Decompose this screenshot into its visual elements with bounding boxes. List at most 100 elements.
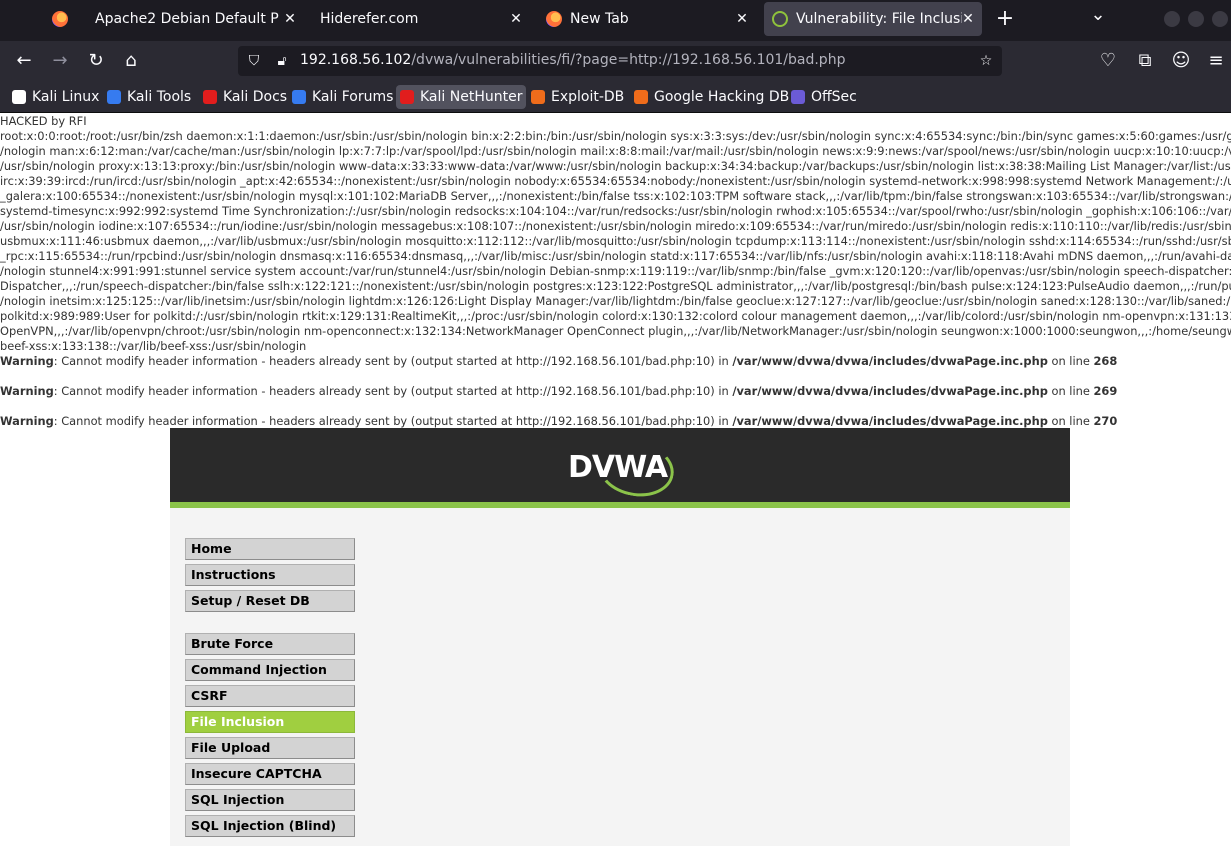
bookmark-item[interactable]: Exploit-DB (527, 85, 628, 109)
output-line: systemd-timesync:x:992:992:systemd Time … (0, 204, 1231, 218)
warning-line: Warning: Cannot modify header informatio… (0, 414, 1117, 429)
tab-firefox-view[interactable] (40, 0, 80, 38)
dvwa-icon (772, 11, 788, 27)
bookmark-icon (292, 90, 306, 104)
warning-on-line: on line (1047, 384, 1094, 398)
warning-file: /var/www/dvwa/dvwa/includes/dvwaPage.inc… (732, 414, 1048, 428)
bookmark-item[interactable]: Kali Linux (8, 85, 103, 109)
dvwa-header: DVWA (170, 428, 1070, 508)
bookmark-item[interactable]: Kali Tools (103, 85, 195, 109)
bookmark-item[interactable]: OffSec (787, 85, 861, 109)
output-line: HACKED by RFI (0, 114, 87, 128)
close-icon[interactable]: ✕ (508, 11, 524, 27)
menu-item-instructions[interactable]: Instructions (185, 564, 355, 586)
output-line: polkitd:x:989:989:User for polkitd:/:/us… (0, 309, 1231, 323)
bookmark-label: Exploit-DB (551, 89, 625, 105)
menu-item-command-injection[interactable]: Command Injection (185, 659, 355, 681)
shield-icon[interactable]: ⛉ (244, 51, 264, 71)
output-line: _galera:x:100:65534::/nonexistent:/usr/s… (0, 189, 1231, 203)
tab-apache[interactable]: Apache2 Debian Default Page ✕ (86, 0, 304, 38)
close-icon[interactable]: ✕ (734, 11, 750, 27)
output-line: irc:x:39:39:ircd:/run/ircd:/usr/sbin/nol… (0, 174, 1231, 188)
close-window-button[interactable] (1212, 11, 1228, 27)
output-line: /usr/sbin/nologin iodine:x:107:65534::/r… (0, 219, 1231, 233)
page-content: HACKED by RFI root:x:0:0:root:/root:/usr/… (0, 113, 1231, 846)
minimize-button[interactable] (1164, 11, 1180, 27)
dvwa-logo[interactable]: DVWA (568, 435, 679, 503)
warning-line-number: 269 (1093, 384, 1118, 398)
dvwa-container: DVWA Home Instructions Setup / Reset DB Bru… (170, 428, 1070, 846)
new-tab-button[interactable]: + (993, 7, 1017, 31)
output-line: beef-xss:x:133:138::/var/lib/beef-xss:/u… (0, 339, 307, 353)
menu-item-csrf[interactable]: CSRF (185, 685, 355, 707)
warning-file: /var/www/dvwa/dvwa/includes/dvwaPage.inc… (732, 354, 1048, 368)
tab-title: Hiderefer.com (320, 11, 419, 27)
bookmark-label: Google Hacking DB (654, 89, 790, 105)
navigation-bar: ← → ↻ ⌂ ⛉ 🔓︎ 192.168.56.102/dvwa/vulnera… (0, 41, 1231, 81)
bookmark-label: Kali Forums (312, 89, 394, 105)
home-icon[interactable]: ⌂ (119, 49, 143, 73)
warning-line-number: 270 (1093, 414, 1118, 428)
output-line: usbmux:x:111:46:usbmux daemon,,,:/var/li… (0, 234, 1231, 248)
menu-item-brute-force[interactable]: Brute Force (185, 633, 355, 655)
url-text[interactable]: 192.168.56.102/dvwa/vulnerabilities/fi/?… (300, 52, 845, 68)
close-icon[interactable]: ✕ (960, 11, 976, 27)
menu-item-file-upload[interactable]: File Upload (185, 737, 355, 759)
url-path: /dvwa/vulnerabilities/fi/?page=http://19… (411, 52, 846, 68)
warning-label: Warning (0, 384, 54, 398)
bookmark-icon (791, 90, 805, 104)
tab-title: Vulnerability: File Inclusion (796, 11, 962, 27)
warning-label: Warning (0, 414, 54, 428)
logo-text: DVWA (568, 450, 668, 485)
back-icon[interactable]: ← (12, 49, 36, 73)
extensions-icon[interactable]: ⧉ (1133, 49, 1157, 73)
menu-item-setup-reset-db[interactable]: Setup / Reset DB (185, 590, 355, 612)
maximize-button[interactable] (1188, 11, 1204, 27)
forward-icon[interactable]: → (48, 49, 72, 73)
reload-icon[interactable]: ↻ (84, 49, 108, 73)
bookmark-item[interactable]: Kali Forums (288, 85, 397, 109)
bookmark-icon (531, 90, 545, 104)
bookmark-item[interactable]: Google Hacking DB (630, 85, 793, 109)
warning-on-line: on line (1047, 414, 1094, 428)
warning-message: : Cannot modify header information - hea… (53, 384, 733, 398)
firefox-icon (52, 11, 68, 27)
firefox-icon (546, 11, 562, 27)
output-line: _rpc:x:115:65534::/run/rpcbind:/usr/sbin… (0, 249, 1231, 263)
output-line: root:x:0:0:root:/root:/usr/bin/zsh daemo… (0, 129, 1231, 143)
output-line: /nologin stunnel4:x:991:991:stunnel serv… (0, 264, 1231, 278)
close-icon[interactable]: ✕ (282, 11, 298, 27)
pocket-icon[interactable]: ♡ (1096, 49, 1120, 73)
bookmark-icon (400, 90, 414, 104)
bookmark-icon (12, 90, 26, 104)
tab-file-inclusion[interactable]: Vulnerability: File Inclusion ✕ (764, 2, 982, 36)
output-line: /nologin man:x:6:12:man:/var/cache/man:/… (0, 144, 1231, 158)
tab-hiderefer[interactable]: Hiderefer.com ✕ (312, 0, 530, 38)
menu-item-insecure-captcha[interactable]: Insecure CAPTCHA (185, 763, 355, 785)
menu-item-file-inclusion[interactable]: File Inclusion (185, 711, 355, 733)
menu-item-home[interactable]: Home (185, 538, 355, 560)
warning-on-line: on line (1047, 354, 1094, 368)
url-bar[interactable]: ⛉ 🔓︎ 192.168.56.102/dvwa/vulnerabilities… (238, 46, 1002, 76)
bookmark-item[interactable]: Kali NetHunter (396, 85, 527, 109)
bookmark-star-icon[interactable]: ☆ (976, 51, 996, 71)
menu-icon[interactable]: ≡ (1204, 49, 1228, 73)
tab-new-tab[interactable]: New Tab ✕ (538, 0, 756, 38)
output-line: /usr/sbin/nologin proxy:x:13:13:proxy:/b… (0, 159, 1231, 173)
menu-item-sql-injection[interactable]: SQL Injection (185, 789, 355, 811)
warning-file: /var/www/dvwa/dvwa/includes/dvwaPage.inc… (732, 384, 1048, 398)
menu-item-sql-injection-blind[interactable]: SQL Injection (Blind) (185, 815, 355, 837)
insecure-lock-icon[interactable]: 🔓︎ (272, 51, 292, 71)
warning-label: Warning (0, 354, 54, 368)
bookmark-label: OffSec (811, 89, 857, 105)
warning-message: : Cannot modify header information - hea… (53, 414, 733, 428)
rfi-output: HACKED by RFI root:x:0:0:root:/root:/usr/… (0, 114, 1231, 354)
tab-list-button[interactable]: ⌄ (1086, 3, 1110, 27)
url-host: 192.168.56.102 (300, 52, 412, 68)
warning-line: Warning: Cannot modify header informatio… (0, 384, 1117, 399)
bookmark-item[interactable]: Kali Docs (199, 85, 291, 109)
warning-line-number: 268 (1093, 354, 1118, 368)
output-line: Dispatcher,,,:/run/speech-dispatcher:/bi… (0, 279, 1231, 293)
account-icon[interactable]: ☺ (1169, 49, 1193, 73)
dvwa-menu: Home Instructions Setup / Reset DB Brute Fo… (185, 538, 355, 841)
